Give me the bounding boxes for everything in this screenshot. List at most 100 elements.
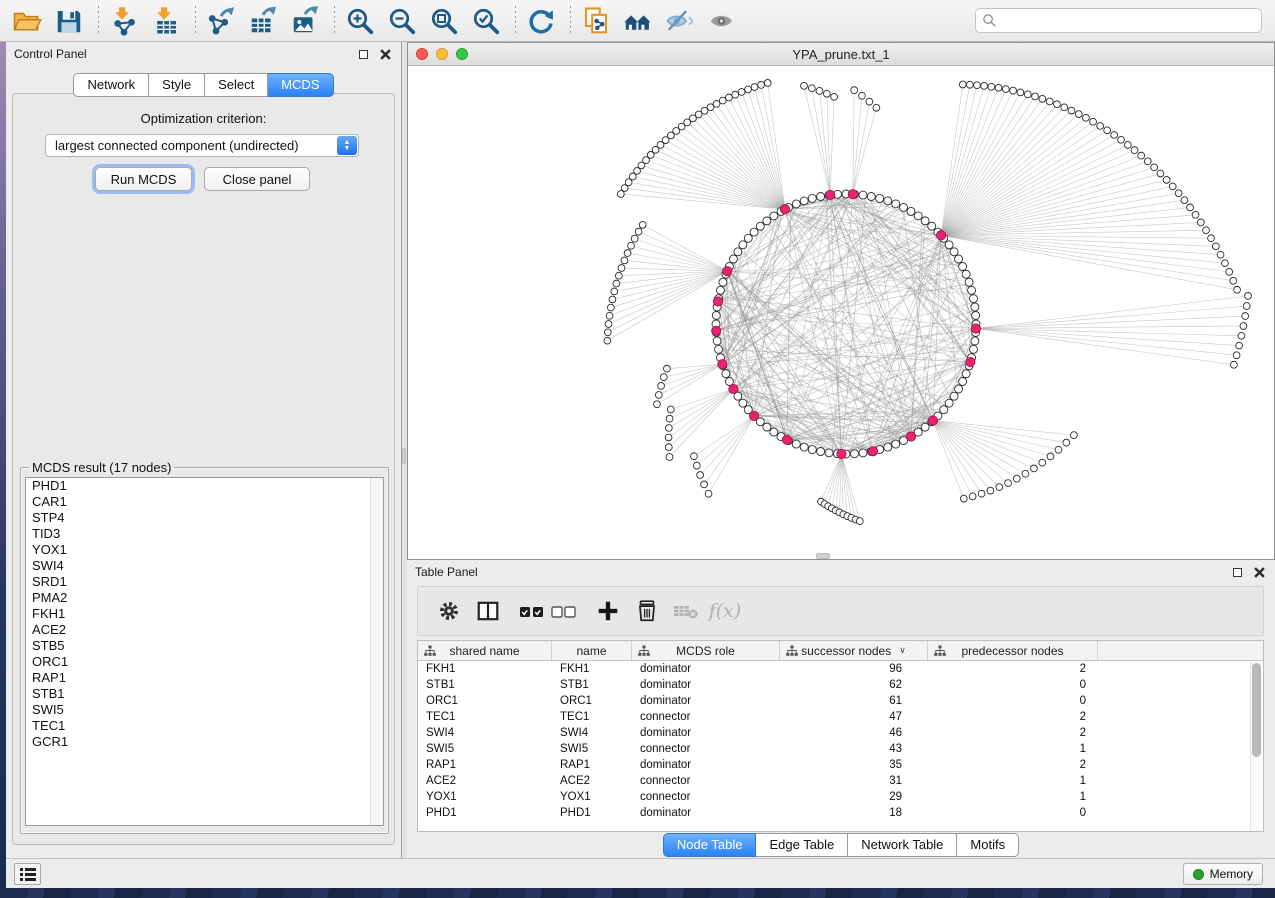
toolbar-divider bbox=[195, 6, 196, 36]
refresh-icon[interactable] bbox=[524, 4, 558, 38]
criterion-select[interactable]: largest connected component (undirected)… bbox=[45, 134, 359, 157]
table-row[interactable]: YOX1YOX1connector291 bbox=[418, 789, 1263, 805]
table-row[interactable]: ORC1ORC1dominator610 bbox=[418, 693, 1263, 709]
mcds-result-item[interactable]: TEC1 bbox=[26, 718, 383, 734]
mcds-result-item[interactable]: ACE2 bbox=[26, 622, 383, 638]
split-panel-icon[interactable] bbox=[473, 596, 503, 626]
hide-selected-icon[interactable] bbox=[663, 4, 697, 38]
settings-icon[interactable] bbox=[434, 596, 464, 626]
import-network-icon[interactable] bbox=[107, 4, 141, 38]
mcds-result-item[interactable]: SWI4 bbox=[26, 558, 383, 574]
tab-edge-table[interactable]: Edge Table bbox=[756, 833, 848, 857]
tab-motifs[interactable]: Motifs bbox=[957, 833, 1019, 857]
table-scrollbar[interactable] bbox=[1250, 662, 1262, 831]
mcds-result-list[interactable]: PHD1CAR1STP4TID3YOX1SWI4SRD1PMA2FKH1ACE2… bbox=[25, 477, 384, 826]
table-panel: Table Panel bbox=[407, 560, 1275, 858]
show-all-icon[interactable] bbox=[705, 4, 739, 38]
mcds-result-item[interactable]: CAR1 bbox=[26, 494, 383, 510]
table-row[interactable]: RAP1RAP1dominator352 bbox=[418, 757, 1263, 773]
cell-MCDS-role: connector bbox=[632, 709, 780, 725]
mcds-result-item[interactable]: SWI5 bbox=[26, 702, 383, 718]
add-column-icon[interactable] bbox=[593, 596, 623, 626]
table-row[interactable]: ACE2ACE2connector311 bbox=[418, 773, 1263, 789]
zoom-fit-icon[interactable] bbox=[427, 4, 461, 38]
cell-MCDS-role: connector bbox=[632, 773, 780, 789]
float-panel-icon[interactable] bbox=[1229, 564, 1245, 580]
first-neighbors-icon[interactable] bbox=[621, 4, 655, 38]
delete-column-icon[interactable] bbox=[632, 596, 662, 626]
mcds-result-item[interactable]: GCR1 bbox=[26, 734, 383, 750]
table-row[interactable]: PHD1PHD1dominator180 bbox=[418, 805, 1263, 821]
function-builder-icon[interactable]: f(x) bbox=[710, 596, 740, 626]
table-row[interactable]: SWI4SWI4dominator462 bbox=[418, 725, 1263, 741]
mcds-result-item[interactable]: PMA2 bbox=[26, 590, 383, 606]
mcds-panel: Optimization criterion: largest connecte… bbox=[12, 93, 395, 845]
mcds-result-item[interactable]: ORC1 bbox=[26, 654, 383, 670]
run-mcds-button[interactable]: Run MCDS bbox=[95, 167, 192, 191]
task-history-button[interactable] bbox=[14, 863, 41, 885]
memory-button[interactable]: Memory bbox=[1183, 863, 1263, 885]
main-toolbar bbox=[0, 0, 1275, 42]
open-session-icon[interactable] bbox=[10, 4, 44, 38]
table-row[interactable]: FKH1FKH1dominator962 bbox=[418, 661, 1263, 677]
table-row[interactable]: STB1STB1dominator620 bbox=[418, 677, 1263, 693]
column-header-MCDS-role[interactable]: MCDS role bbox=[632, 641, 780, 660]
cell-shared-name: TEC1 bbox=[418, 709, 552, 725]
save-session-icon[interactable] bbox=[52, 4, 86, 38]
mcds-result-item[interactable]: PHD1 bbox=[26, 478, 383, 494]
mcds-result-item[interactable]: YOX1 bbox=[26, 542, 383, 558]
tab-mcds[interactable]: MCDS bbox=[268, 73, 333, 97]
memory-label: Memory bbox=[1210, 867, 1253, 881]
network-canvas[interactable] bbox=[408, 66, 1274, 559]
float-panel-icon[interactable] bbox=[355, 46, 371, 62]
cell-shared-name: STB1 bbox=[418, 677, 552, 693]
zoom-selected-icon[interactable] bbox=[469, 4, 503, 38]
search-input[interactable] bbox=[975, 8, 1262, 33]
tab-select[interactable]: Select bbox=[205, 73, 268, 97]
horizontal-splitter[interactable] bbox=[816, 553, 830, 559]
mcds-result-title: MCDS result (17 nodes) bbox=[29, 460, 174, 475]
mcds-result-item[interactable]: STB1 bbox=[26, 686, 383, 702]
network-window-titlebar[interactable]: YPA_prune.txt_1 bbox=[408, 43, 1274, 66]
select-all-rows-icon[interactable] bbox=[517, 596, 547, 626]
column-header-name[interactable]: name bbox=[552, 641, 632, 660]
mcds-result-item[interactable]: STB5 bbox=[26, 638, 383, 654]
cell-predecessor-nodes: 2 bbox=[928, 661, 1098, 677]
export-network-icon[interactable] bbox=[204, 4, 238, 38]
zoom-out-icon[interactable] bbox=[385, 4, 419, 38]
cell-name: PHD1 bbox=[552, 805, 632, 821]
close-panel-button[interactable]: Close panel bbox=[204, 167, 310, 191]
tab-network-table[interactable]: Network Table bbox=[848, 833, 957, 857]
mcds-result-item[interactable]: TID3 bbox=[26, 526, 383, 542]
network-graph bbox=[408, 66, 1274, 559]
zoom-in-icon[interactable] bbox=[343, 4, 377, 38]
export-table-icon[interactable] bbox=[246, 4, 280, 38]
close-panel-icon[interactable] bbox=[377, 46, 393, 62]
cell-MCDS-role: dominator bbox=[632, 757, 780, 773]
list-icon bbox=[20, 868, 36, 881]
table-row[interactable]: TEC1TEC1connector472 bbox=[418, 709, 1263, 725]
tab-node-table[interactable]: Node Table bbox=[663, 833, 757, 857]
mcds-result-item[interactable]: FKH1 bbox=[26, 606, 383, 622]
deselect-all-rows-icon[interactable] bbox=[549, 596, 579, 626]
table-row[interactable]: SWI5SWI5connector431 bbox=[418, 741, 1263, 757]
cell-shared-name: RAP1 bbox=[418, 757, 552, 773]
cell-successor-nodes: 61 bbox=[780, 693, 928, 709]
mcds-result-item[interactable]: RAP1 bbox=[26, 670, 383, 686]
column-header-predecessor-nodes[interactable]: predecessor nodes bbox=[928, 641, 1098, 660]
column-header-successor-nodes[interactable]: successor nodes∨ bbox=[780, 641, 928, 660]
tab-network[interactable]: Network bbox=[73, 73, 149, 97]
mcds-result-item[interactable]: STP4 bbox=[26, 510, 383, 526]
mcds-list-scrollbar[interactable] bbox=[370, 478, 383, 825]
cell-successor-nodes: 47 bbox=[780, 709, 928, 725]
mcds-result-item[interactable]: SRD1 bbox=[26, 574, 383, 590]
copy-network-icon[interactable] bbox=[579, 4, 613, 38]
column-header-shared-name[interactable]: shared name bbox=[418, 641, 552, 660]
cell-name: ACE2 bbox=[552, 773, 632, 789]
close-panel-icon[interactable] bbox=[1251, 564, 1267, 580]
import-table-icon[interactable] bbox=[149, 4, 183, 38]
cell-predecessor-nodes: 0 bbox=[928, 677, 1098, 693]
tab-style[interactable]: Style bbox=[149, 73, 205, 97]
export-image-icon[interactable] bbox=[288, 4, 322, 38]
delete-table-icon[interactable] bbox=[671, 596, 701, 626]
